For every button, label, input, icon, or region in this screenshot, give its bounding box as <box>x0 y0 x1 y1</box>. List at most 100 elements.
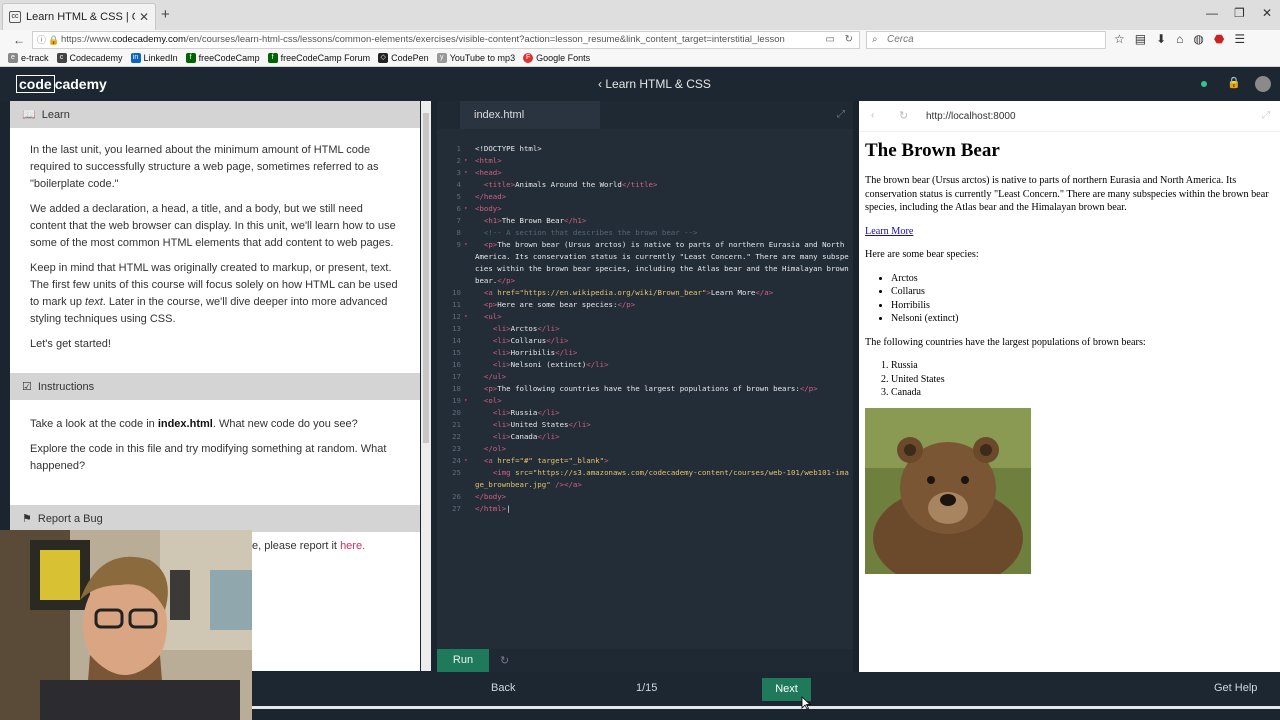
list-item: Horribilis <box>891 299 1274 313</box>
codepen-icon: ◇ <box>378 53 389 63</box>
home-icon[interactable]: ⌂ <box>1176 32 1183 46</box>
code-line: 16 <li>Nelsoni (extinct)</li> <box>452 360 609 369</box>
bottom-divider <box>252 706 1280 709</box>
preview-paragraph: The brown bear (Ursus arctos) is native … <box>865 175 1269 213</box>
library-icon[interactable]: ▤ <box>1135 32 1146 46</box>
search-input[interactable]: ⌕ Cerca <box>866 31 1106 49</box>
back-arrow-icon[interactable]: ← <box>10 33 28 47</box>
instructions-section-header[interactable]: ☑ Instructions <box>10 373 420 400</box>
bookmark-e-track[interactable]: e e-track <box>8 53 49 63</box>
code-line: 2 ▾ <html> <box>456 156 502 165</box>
webcam-video-overlay <box>0 530 252 720</box>
bookmark-freecodecamp[interactable]: f freeCodeCamp <box>185 53 260 63</box>
learn-paragraph: We added a declaration, a head, a title,… <box>30 203 396 249</box>
list-item: Collarus <box>891 285 1274 299</box>
info-icon[interactable]: ⓘ <box>37 32 46 48</box>
learn-paragraph: In the last unit, you learned about the … <box>30 144 379 190</box>
reload-icon[interactable]: ↻ <box>845 32 853 48</box>
code-line: 25 <img src="https://s3.amazonaws.com/co… <box>452 468 849 489</box>
download-icon[interactable]: ⬇ <box>1156 32 1166 46</box>
run-button[interactable]: Run <box>437 649 489 672</box>
preview-url: http://localhost:8000 <box>926 111 1016 122</box>
reset-icon[interactable]: ↻ <box>500 654 509 667</box>
code-area[interactable]: 1 <!DOCTYPE html> 2 ▾ <html> 3 ▾ <head> 4 <ti… <box>437 143 855 515</box>
tab-index-html[interactable]: index.html <box>460 101 600 129</box>
list-item: Canada <box>891 386 1274 400</box>
bookmark-google-fonts[interactable]: F Google Fonts <box>523 53 590 63</box>
code-line: 27 </html>| <box>452 504 511 513</box>
bookmark-codepen[interactable]: ◇ CodePen <box>378 53 429 63</box>
address-bar[interactable]: ⓘ 🔒 https://www.codecademy.com/en/course… <box>32 31 860 49</box>
checkbox-icon: ☑ <box>22 381 32 393</box>
course-title[interactable]: ‹ Learn HTML & CSS <box>598 77 711 91</box>
codecademy-header: code cademy ‹ Learn HTML & CSS 🔒 <box>0 67 1280 101</box>
code-line: 23 </ol> <box>452 444 507 453</box>
code-line: 4 <title>Animals Around the World</title… <box>456 180 658 189</box>
learn-more-link[interactable]: Learn More <box>865 226 913 237</box>
browser-nav-bar: ← ⓘ 🔒 https://www.codecademy.com/en/cour… <box>0 30 1280 50</box>
code-line: 5 </head> <box>456 192 507 201</box>
bookmark-star-icon[interactable]: ☆ <box>1114 32 1125 46</box>
pocket-icon[interactable]: ◍ <box>1193 32 1203 46</box>
preview-browser: ‹ ↻ http://localhost:8000 ⤢ The Brown Be… <box>859 101 1280 672</box>
scrollbar-thumb[interactable] <box>423 113 429 443</box>
code-line: 8 <!-- A section that describes the brow… <box>456 228 698 237</box>
codecademy-logo[interactable]: code cademy <box>16 75 107 93</box>
lesson-footer: Back 1/15 Next Get Help <box>252 672 1280 706</box>
code-line: 9 ▾ <p>The brown bear (Ursus arctos) is n… <box>456 240 854 285</box>
minimize-icon[interactable]: — <box>1206 6 1218 20</box>
learn-section-header[interactable]: 📖 Learn <box>10 101 420 128</box>
list-item: Nelsoni (extinct) <box>891 312 1274 326</box>
toolbar-icons: ☆ ▤ ⬇ ⌂ ◍ ⬣ ☰ <box>1114 32 1245 46</box>
back-button[interactable]: Back <box>491 682 515 694</box>
code-editor[interactable]: index.html ⤢ 1 <!DOCTYPE html> 2 ▾ <html> 3… <box>437 101 855 672</box>
lock-icon: 🔒 <box>1227 77 1241 89</box>
browser-tab[interactable]: cc Learn HTML & CSS | Codeca ✕ <box>2 3 156 30</box>
bookmark-freecodecamp-forum[interactable]: f freeCodeCamp Forum <box>267 53 370 63</box>
expand-icon[interactable]: ⤢ <box>837 109 845 120</box>
editor-tab-bar: index.html ⤢ <box>437 101 855 129</box>
search-placeholder: Cerca <box>887 34 914 45</box>
window-close-icon[interactable]: ✕ <box>1262 6 1272 20</box>
freecodecamp-icon: f <box>267 53 278 63</box>
species-list: Arctos Collarus Horribilis Nelsoni (exti… <box>865 272 1274 326</box>
instruction-paragraph: Take a look at the code in index.html. W… <box>30 418 358 430</box>
code-line: 6 ▾ <body> <box>456 204 502 213</box>
adblock-icon[interactable]: ⬣ <box>1214 32 1224 46</box>
code-line: 15 <li>Horribilis</li> <box>452 348 578 357</box>
preview-back-icon[interactable]: ‹ <box>871 110 874 121</box>
bookmark-icon: c <box>56 53 67 63</box>
brown-bear-image[interactable] <box>865 407 1031 574</box>
bookmarks-bar: e e-track c Codecademy in LinkedIn f freeCod… <box>0 50 1280 67</box>
webcam-person-image <box>0 530 252 720</box>
book-icon: 📖 <box>22 109 36 121</box>
codecademy-favicon-icon: cc <box>9 11 21 23</box>
flag-icon: ⚑ <box>22 513 32 525</box>
preview-expand-icon[interactable]: ⤢ <box>1262 110 1270 121</box>
get-help-button[interactable]: Get Help <box>1214 682 1257 694</box>
tab-close-icon[interactable]: ✕ <box>139 10 149 24</box>
bookmark-icon: e <box>8 53 18 63</box>
new-tab-button[interactable]: + <box>161 6 170 23</box>
bookmark-youtube-to-mp3[interactable]: y YouTube to mp3 <box>436 53 515 63</box>
lesson-scrollbar[interactable] <box>421 101 431 671</box>
maximize-icon[interactable]: ❐ <box>1234 6 1245 20</box>
list-item: Russia <box>891 359 1274 373</box>
preview-paragraph: The following countries have the largest… <box>865 336 1146 348</box>
bookmark-codecademy[interactable]: c Codecademy <box>56 53 123 63</box>
status-dot <box>1201 81 1207 87</box>
preview-reload-icon[interactable]: ↻ <box>899 109 908 122</box>
code-line: 18 <p>The following countries have the l… <box>452 384 818 393</box>
bookmark-icon: y <box>436 53 447 63</box>
report-bug-section-header[interactable]: ⚑ Report a Bug <box>10 505 420 532</box>
report-link[interactable]: here. <box>340 540 365 552</box>
avatar[interactable] <box>1255 76 1271 92</box>
mouse-cursor-icon <box>801 696 811 710</box>
bookmark-linkedin[interactable]: in LinkedIn <box>130 53 178 63</box>
reader-view-icon[interactable]: ▭ <box>826 32 835 48</box>
page-indicator: 1/15 <box>636 682 658 694</box>
code-line: 17 </ul> <box>452 372 507 381</box>
instructions-section-body: Take a look at the code in index.html. W… <box>10 400 420 493</box>
menu-icon[interactable]: ☰ <box>1234 32 1245 46</box>
preview-content: The Brown Bear The brown bear (Ursus arc… <box>859 132 1280 582</box>
